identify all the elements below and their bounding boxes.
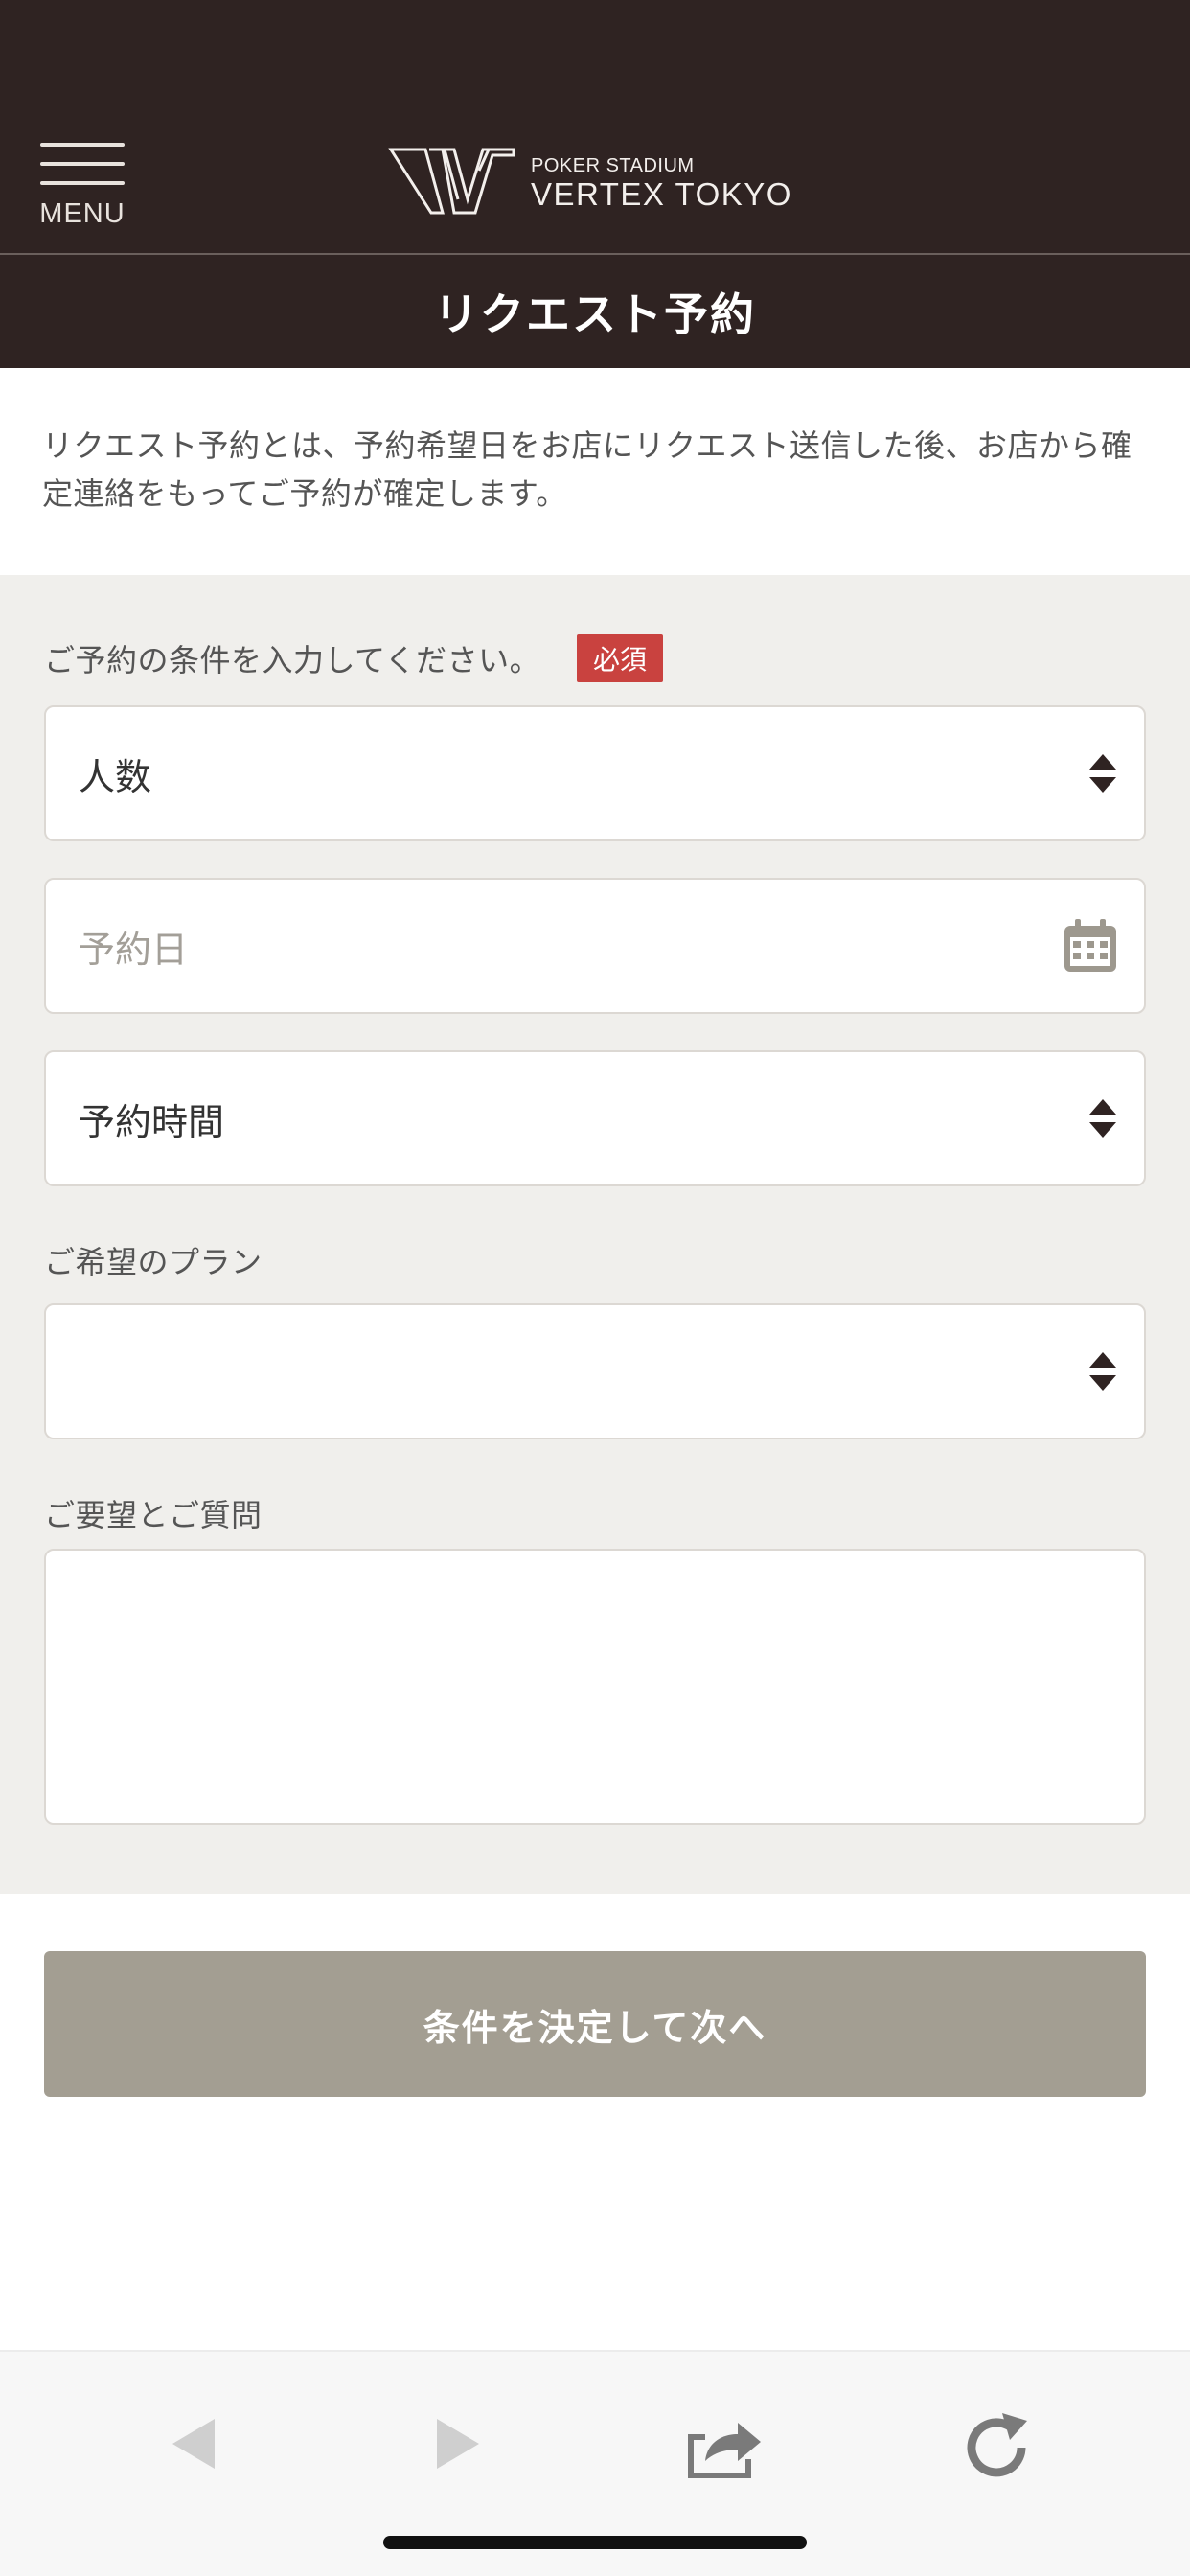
guests-select-value: 人数 bbox=[79, 755, 152, 798]
date-input-placeholder: 予約日 bbox=[79, 928, 189, 971]
calendar-icon[interactable] bbox=[1062, 917, 1119, 975]
menu-button[interactable]: MENU bbox=[38, 139, 126, 235]
submit-button[interactable]: 条件を決定して次へ bbox=[44, 1951, 1146, 2097]
back-icon[interactable] bbox=[149, 2405, 236, 2482]
select-arrows-icon bbox=[1089, 1352, 1116, 1391]
date-input[interactable]: 予約日 bbox=[44, 878, 1146, 1014]
menu-label: MENU bbox=[39, 198, 126, 229]
guests-select[interactable]: 人数 bbox=[44, 705, 1146, 841]
time-select[interactable]: 予約時間 bbox=[44, 1050, 1146, 1186]
logo-title: VERTEX TOKYO bbox=[531, 176, 792, 212]
reload-icon[interactable] bbox=[954, 2405, 1041, 2482]
logo-subtitle: POKER STADIUM bbox=[531, 155, 695, 176]
select-arrows-icon bbox=[1089, 754, 1116, 793]
site-header: MENU POKER STADIUM VERTEX TOKYO bbox=[0, 0, 1190, 253]
required-badge: 必須 bbox=[577, 634, 663, 682]
site-logo[interactable]: POKER STADIUM VERTEX TOKYO bbox=[387, 146, 809, 218]
select-arrows-icon bbox=[1089, 1099, 1116, 1138]
hamburger-icon bbox=[40, 143, 125, 147]
plan-label: ご希望のプラン bbox=[44, 1244, 263, 1280]
logo-mark-icon bbox=[388, 148, 515, 215]
requests-label: ご要望とご質問 bbox=[44, 1497, 263, 1533]
home-indicator[interactable] bbox=[383, 2536, 807, 2549]
time-select-value: 予約時間 bbox=[79, 1100, 225, 1143]
plan-select[interactable] bbox=[44, 1303, 1146, 1439]
share-icon[interactable] bbox=[682, 2405, 768, 2482]
forward-icon[interactable] bbox=[416, 2405, 502, 2482]
conditions-label: ご予約の条件を入力してください。 bbox=[44, 642, 541, 678]
page-title: リクエスト予約 bbox=[0, 255, 1190, 368]
requests-textarea[interactable] bbox=[44, 1549, 1146, 1825]
intro-text: リクエスト予約とは、予約希望日をお店にリクエスト送信した後、お店から確定連絡をも… bbox=[42, 427, 1133, 512]
